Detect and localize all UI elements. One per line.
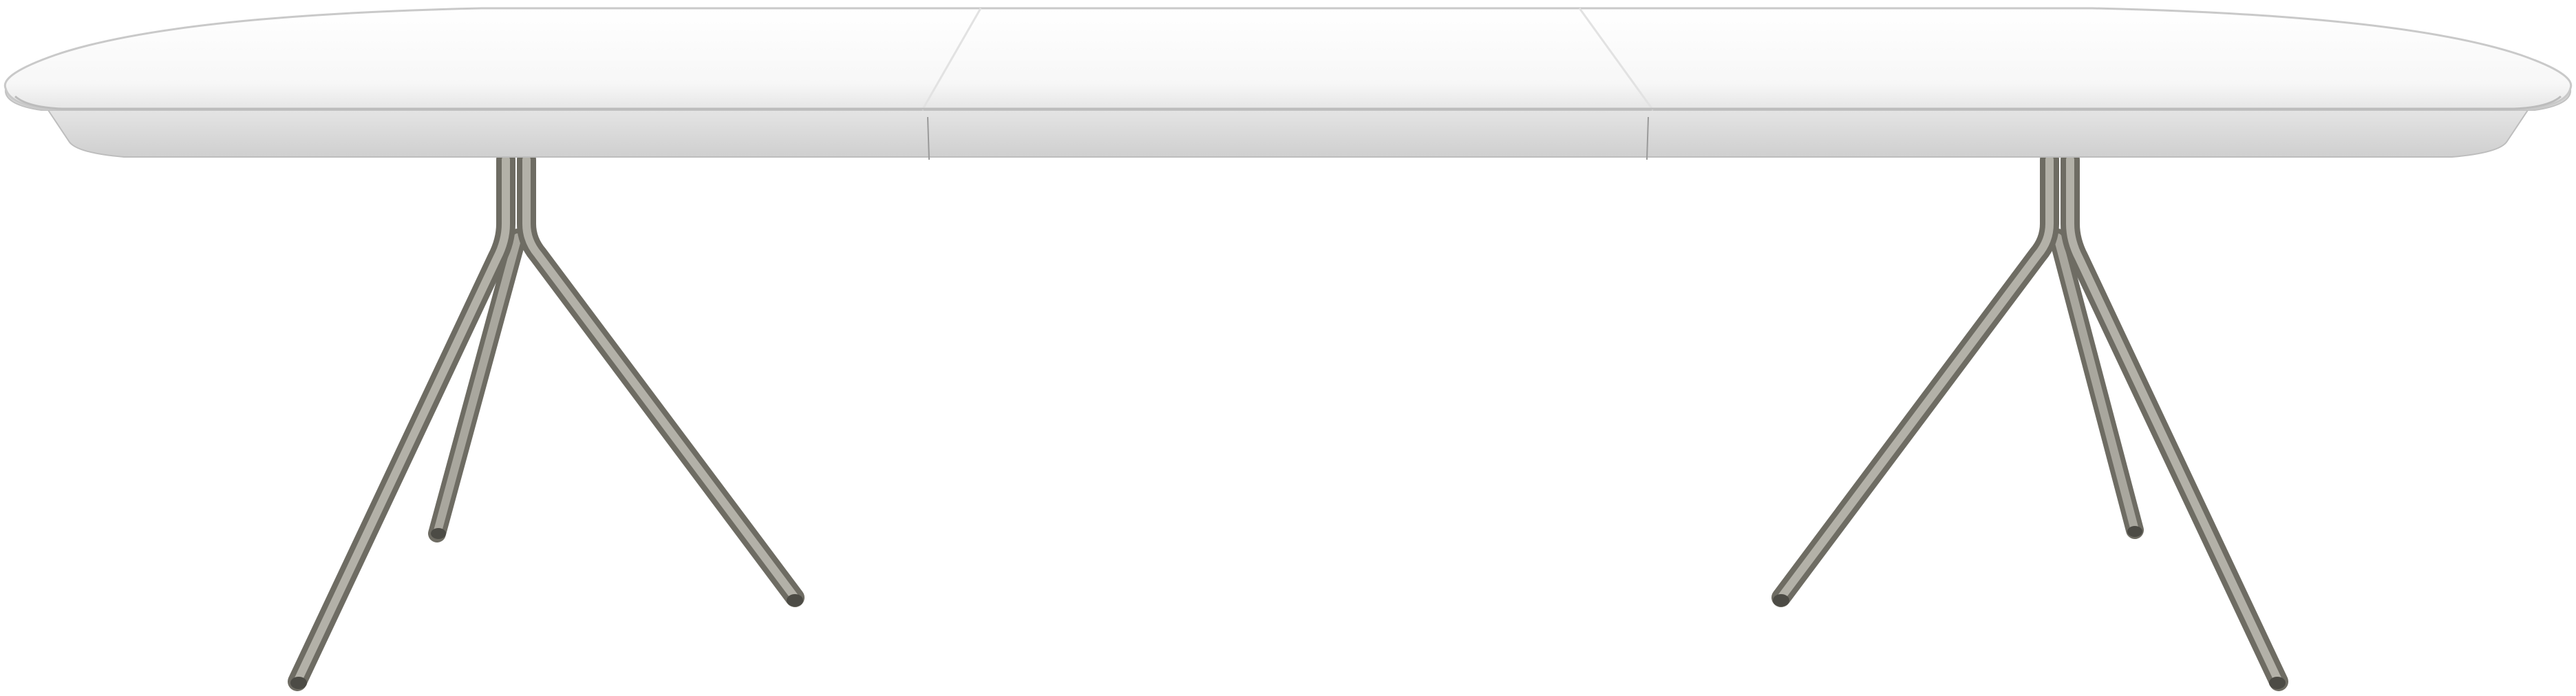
left-leg-base [288, 150, 805, 691]
right-leg-base [1771, 150, 2288, 691]
left-side-leg [517, 150, 805, 607]
right-side-leg [1771, 150, 2059, 607]
tabletop [3, 7, 2573, 111]
tabletop-surface [3, 7, 2573, 110]
table-apron [47, 109, 2529, 160]
product-image [0, 0, 2576, 696]
dining-table-illustration [3, 7, 2573, 691]
